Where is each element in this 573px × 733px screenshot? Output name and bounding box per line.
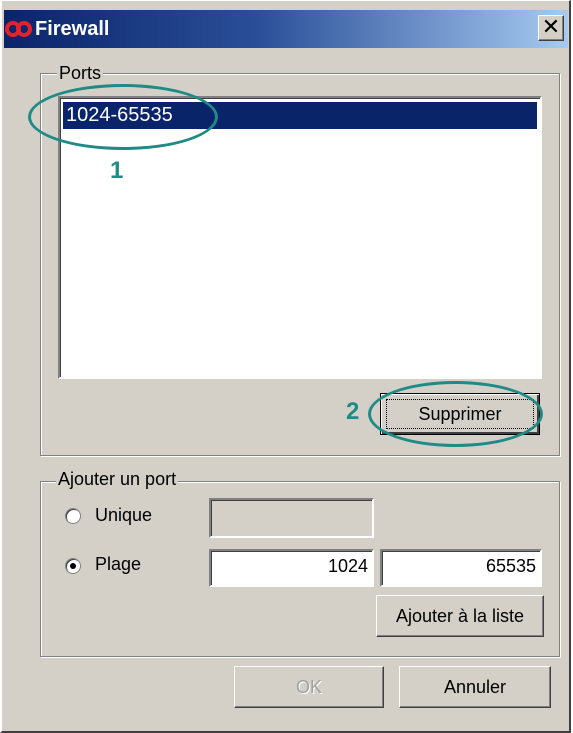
window-title: Firewall [35, 18, 110, 40]
ports-legend: Ports [57, 63, 104, 83]
infinity-logo-icon [5, 21, 32, 37]
range-radio[interactable] [65, 558, 81, 574]
range-radio-label[interactable]: Plage [95, 554, 141, 574]
focus-indicator [386, 399, 534, 429]
add-port-legend: Ajouter un port [56, 469, 179, 489]
unique-radio[interactable] [65, 508, 81, 524]
close-icon: ✕ [541, 15, 561, 40]
list-item-label: 1024-65535 [66, 104, 173, 126]
list-item[interactable]: 1024-65535 [63, 102, 537, 129]
range-end-field[interactable]: 65535 [380, 549, 542, 587]
add-to-list-button[interactable]: Ajouter à la liste [376, 595, 544, 637]
ok-button-label: OK [295, 677, 322, 697]
cancel-button[interactable]: Annuler [399, 666, 551, 708]
cancel-button-label: Annuler [443, 677, 507, 697]
radio-selected-dot [70, 563, 76, 569]
ports-listbox[interactable]: 1024-65535 [58, 96, 542, 379]
ok-button: OK [234, 666, 384, 708]
close-button[interactable]: ✕ [538, 15, 564, 41]
title-bar[interactable]: Firewall ✕ [4, 10, 568, 48]
add-to-list-label: Ajouter à la liste [395, 606, 525, 626]
annotation-number-1: 1 [110, 157, 124, 184]
unique-radio-label[interactable]: Unique [95, 505, 152, 525]
annotation-number-2: 2 [346, 398, 360, 425]
unique-port-field [209, 498, 374, 538]
delete-button[interactable]: Supprimer [380, 393, 540, 435]
range-start-field[interactable]: 1024 [209, 549, 374, 587]
firewall-dialog: Firewall ✕ Ports 1024-65535 Supprimer Aj… [0, 0, 571, 733]
